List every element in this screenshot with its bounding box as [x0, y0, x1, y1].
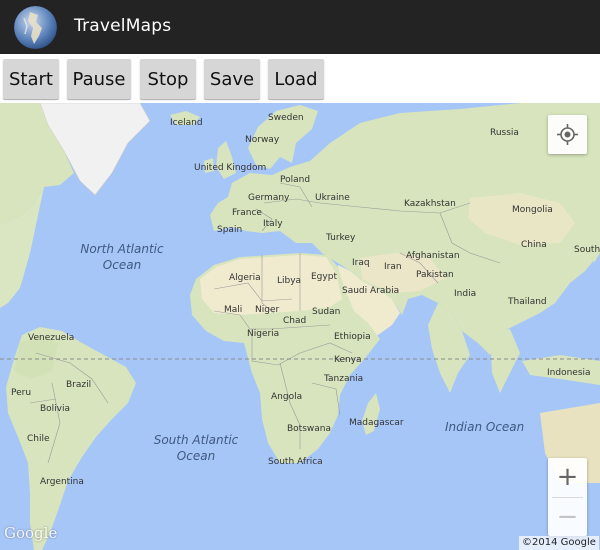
- map-label-mali: Mali: [224, 305, 243, 315]
- map-label-tanzania: Tanzania: [324, 374, 364, 384]
- map-label-france: France: [232, 208, 262, 218]
- ocean-label-line: Ocean: [102, 258, 142, 272]
- action-bar: TravelMaps: [0, 0, 600, 54]
- map-label-poland: Poland: [280, 175, 311, 185]
- map-label-nigeria: Nigeria: [247, 329, 280, 339]
- map-label-turkey: Turkey: [326, 233, 356, 243]
- ocean-label-line: North Atlantic: [80, 242, 164, 256]
- map-label-brazil: Brazil: [66, 380, 92, 390]
- toolbar: Start Pause Stop Save Load: [0, 54, 600, 103]
- map-label-angola: Angola: [271, 392, 303, 402]
- map-label-chile: Chile: [27, 434, 50, 444]
- map-label-north-atlantic: North Atlantic Ocean: [80, 241, 164, 273]
- map-label-china: China: [521, 240, 547, 250]
- map-label-ethiopia: Ethiopia: [334, 332, 371, 342]
- map-label-thailand: Thailand: [508, 297, 547, 307]
- app-logo-icon: [14, 6, 57, 49]
- map-label-venezuela: Venezuela: [28, 333, 75, 343]
- start-button[interactable]: Start: [3, 59, 59, 99]
- map-label-iraq: Iraq: [352, 258, 370, 268]
- world-map[interactable]: Iceland Sweden Norway Russia United King…: [0, 103, 600, 550]
- map-label-madagascar: Madagascar: [349, 418, 404, 428]
- map-label-saudi-arabia: Saudi Arabia: [342, 286, 400, 296]
- crosshair-icon: [557, 124, 578, 145]
- map-label-iceland: Iceland: [170, 118, 203, 128]
- map-label-libya: Libya: [277, 276, 302, 286]
- map-label-algeria: Algeria: [229, 273, 261, 283]
- map-label-spain: Spain: [217, 225, 243, 235]
- map-label-mongolia: Mongolia: [512, 205, 553, 215]
- pause-button[interactable]: Pause: [67, 59, 131, 99]
- map-label-niger: Niger: [255, 305, 280, 315]
- map-label-sweden: Sweden: [268, 113, 304, 123]
- ocean-label-line: South Atlantic: [153, 433, 239, 447]
- map-label-south-korea: South: [574, 245, 600, 255]
- zoom-control: + −: [548, 458, 587, 536]
- map-label-south-atlantic: South Atlantic Ocean: [152, 432, 240, 464]
- ocean-label-line: Ocean: [176, 449, 216, 463]
- load-button[interactable]: Load: [268, 59, 324, 99]
- map-label-italy: Italy: [263, 219, 283, 229]
- map-label-kenya: Kenya: [334, 355, 362, 365]
- map-label-sudan: Sudan: [312, 307, 341, 317]
- map-label-india: India: [454, 289, 477, 299]
- map-label-indonesia: Indonesia: [547, 368, 591, 378]
- map-label-norway: Norway: [245, 135, 280, 145]
- google-logo: Google: [4, 524, 58, 542]
- map-label-botswana: Botswana: [287, 424, 331, 434]
- map-label-chad: Chad: [283, 316, 307, 326]
- app-title: TravelMaps: [74, 16, 172, 36]
- map-label-ukraine: Ukraine: [315, 193, 350, 203]
- zoom-out-button[interactable]: −: [548, 498, 587, 536]
- map-label-indian-ocean: Indian Ocean: [445, 420, 525, 434]
- map-label-germany: Germany: [248, 193, 290, 203]
- save-button[interactable]: Save: [204, 59, 260, 99]
- map-label-iran: Iran: [384, 262, 402, 272]
- map-label-bolivia: Bolivia: [40, 404, 71, 414]
- map-label-peru: Peru: [11, 388, 32, 398]
- map-label-afghanistan: Afghanistan: [406, 251, 460, 261]
- map-copyright: ©2014 Google: [519, 536, 599, 550]
- map-label-argentina: Argentina: [40, 477, 84, 487]
- map-label-egypt: Egypt: [311, 272, 337, 282]
- map-label-pakistan: Pakistan: [416, 270, 454, 280]
- map-label-south-africa: South Africa: [268, 457, 323, 467]
- stop-button[interactable]: Stop: [140, 59, 196, 99]
- map-label-kazakhstan: Kazakhstan: [404, 199, 456, 209]
- my-location-button[interactable]: [548, 115, 587, 154]
- map-label-russia: Russia: [490, 128, 519, 138]
- zoom-in-button[interactable]: +: [548, 458, 587, 496]
- map-label-united-kingdom: United Kingdom: [194, 163, 267, 173]
